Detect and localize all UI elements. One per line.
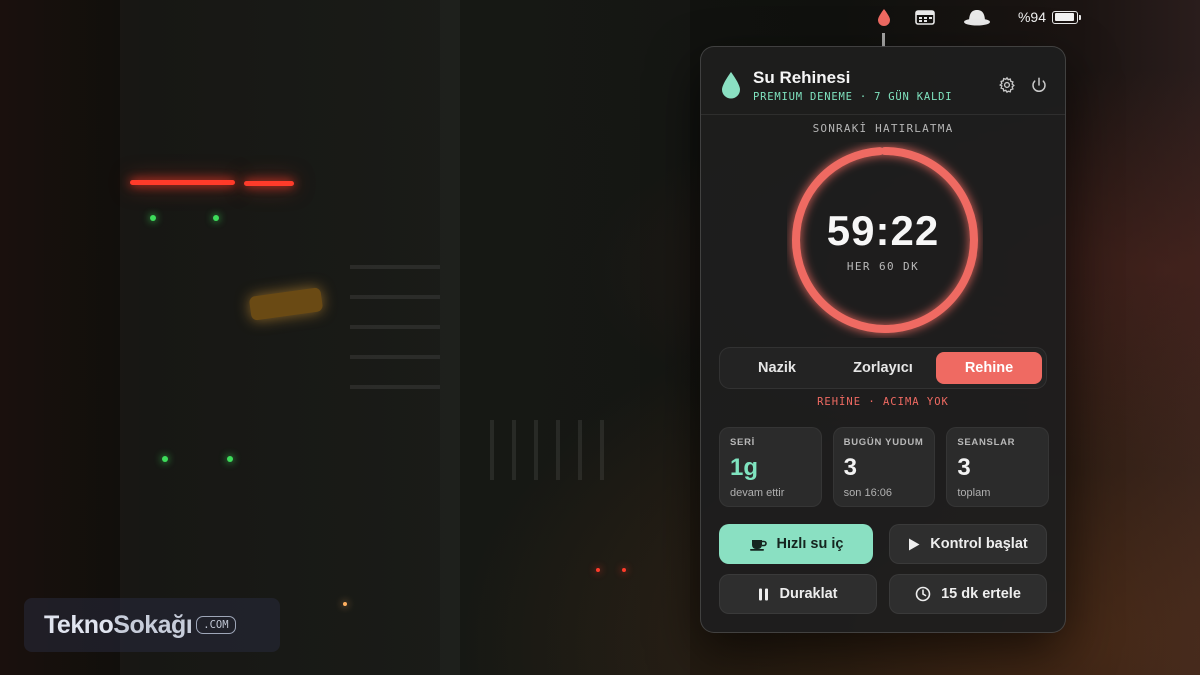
menu-item-active-indicator (882, 33, 885, 47)
popover-header: Su Rehinesi PREMIUM DENEME · 7 GÜN KALDI (701, 47, 1065, 115)
menu-bar: %94 (0, 0, 1200, 34)
mode-zorlayici[interactable]: Zorlayıcı (830, 352, 936, 384)
settings-button[interactable] (997, 75, 1017, 95)
app-popover: Su Rehinesi PREMIUM DENEME · 7 GÜN KALDI… (700, 46, 1066, 633)
stat-value: 3 (957, 454, 971, 481)
snooze-button[interactable]: 15 dk ertele (889, 574, 1047, 614)
stat-card-sips-today: BUGÜN YUDUM 3 son 16:06 (832, 427, 936, 507)
reminder-interval: HER 60 DK (846, 260, 920, 273)
battery-icon (1052, 10, 1082, 24)
stat-sub: devam ettir (730, 487, 785, 499)
stat-sub: toplam (957, 487, 991, 499)
quick-drink-button[interactable]: Hızlı su iç (719, 524, 873, 564)
gear-icon (999, 76, 1015, 94)
pause-label: Duraklat (779, 586, 838, 602)
app-title: Su Rehinesi (753, 68, 851, 87)
hat-icon[interactable] (960, 0, 994, 34)
quit-button[interactable] (1029, 75, 1049, 95)
start-check-button[interactable]: Kontrol başlat (889, 524, 1047, 564)
snooze-label: 15 dk ertele (941, 586, 1021, 602)
battery-status[interactable]: %94 (1008, 0, 1088, 34)
pause-button[interactable]: Duraklat (719, 574, 877, 614)
mode-nazik[interactable]: Nazik (724, 352, 830, 384)
calendar-icon[interactable] (910, 0, 940, 34)
stat-card-sessions: SEANSLAR 3 toplam (946, 427, 1050, 507)
play-icon (909, 538, 920, 550)
water-drop-icon[interactable] (873, 0, 895, 34)
watermark-brand: TeknoSokağı (44, 610, 193, 639)
water-drop-app-icon (722, 72, 740, 99)
mode-caption: REHİNE · ACIMA YOK (817, 396, 949, 408)
stat-value: 3 (843, 454, 858, 481)
clock-icon (915, 586, 931, 602)
power-icon (1032, 77, 1046, 93)
stat-label: SEANSLAR (957, 437, 1016, 448)
quick-drink-label: Hızlı su iç (776, 536, 844, 552)
watermark-logo: TeknoSokağı .COM (24, 598, 280, 652)
start-check-label: Kontrol başlat (930, 536, 1028, 552)
stat-card-streak: SERİ 1g devam ettir (719, 427, 822, 507)
battery-percent-text: %94 (1017, 9, 1047, 25)
stat-label: SERİ (730, 437, 755, 448)
watermark-suffix: .COM (196, 616, 236, 634)
stat-sub: son 16:06 (843, 487, 892, 499)
next-reminder-label: SONRAKİ HATIRLATMA (812, 122, 954, 135)
trial-status: PREMIUM DENEME · 7 GÜN KALDI (753, 91, 953, 103)
countdown-timer: 59:22 (826, 207, 940, 254)
stat-label: BUGÜN YUDUM (843, 437, 924, 448)
stats-row: SERİ 1g devam ettir BUGÜN YUDUM 3 son 16… (719, 427, 1050, 507)
cup-icon (749, 540, 767, 551)
pause-icon (759, 588, 769, 600)
stat-value: 1g (730, 454, 759, 481)
mode-selector: Nazik Zorlayıcı Rehine (719, 347, 1047, 389)
mode-rehine[interactable]: Rehine (936, 352, 1042, 384)
